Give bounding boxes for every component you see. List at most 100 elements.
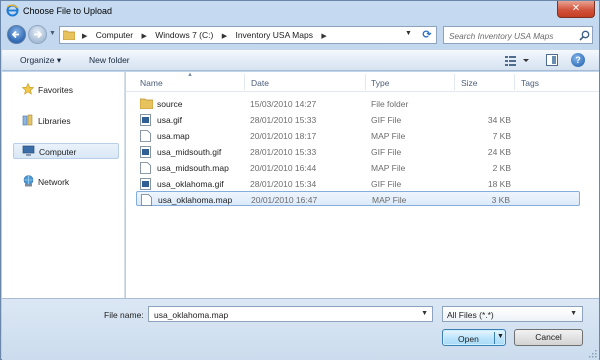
breadcrumb: ▶ Computer ▶ Windows 7 (C:) ▶ Inventory … [82, 30, 333, 40]
new-folder-button[interactable]: New folder [89, 55, 130, 65]
forward-button[interactable] [28, 25, 47, 44]
back-button[interactable] [7, 25, 26, 44]
chevron-down-icon[interactable]: ▼ [570, 310, 577, 317]
network-icon [23, 175, 34, 187]
file-row[interactable]: usa_oklahoma.gif 28/01/2010 15:34 GIF Fi… [136, 176, 580, 191]
column-name[interactable]: Name [140, 78, 163, 88]
file-date: 28/01/2010 15:33 [250, 115, 317, 125]
file-row[interactable]: usa.map 20/01/2010 18:17 MAP File 7 KB [136, 128, 580, 143]
nav-item-label: Network [38, 177, 70, 187]
title-bar: Choose File to Upload ✕ [1, 1, 599, 21]
column-size[interactable]: Size [461, 78, 478, 88]
open-options-dropdown-icon[interactable]: ▼ [497, 333, 504, 340]
chevron-right-icon[interactable]: ▶ [82, 32, 87, 40]
file-dialog-window: Choose File to Upload ✕ ▼ ▶ Computer ▶ W… [0, 0, 600, 360]
folder-icon [140, 98, 153, 109]
file-name-label: File name: [104, 310, 144, 320]
file-type: MAP File [371, 163, 406, 173]
computer-icon [22, 145, 35, 156]
cancel-button[interactable]: Cancel [514, 329, 583, 346]
column-divider[interactable] [244, 74, 245, 90]
address-dropdown-icon[interactable]: ▼ [405, 30, 414, 40]
file-type-filter-value: All Files (*.*) [447, 310, 494, 320]
chevron-right-icon[interactable]: ▶ [321, 32, 326, 40]
file-name: usa.map [157, 131, 190, 141]
back-arrow-icon [11, 30, 19, 39]
image-file-icon [140, 178, 151, 190]
chevron-right-icon[interactable]: ▶ [222, 32, 227, 40]
nav-item-label: Libraries [38, 116, 71, 126]
breadcrumb-folder[interactable]: Inventory USA Maps [235, 30, 312, 40]
internet-explorer-icon [6, 4, 19, 17]
file-type: GIF File [371, 147, 402, 157]
breadcrumb-computer[interactable]: Computer [96, 30, 133, 40]
file-size: 24 KB [487, 147, 511, 157]
nav-item-label: Computer [39, 147, 77, 157]
change-view-icon[interactable] [503, 54, 531, 67]
column-type[interactable]: Type [371, 78, 389, 88]
recent-pages-dropdown-icon[interactable]: ▼ [49, 30, 56, 38]
file-date: 28/01/2010 15:34 [250, 179, 317, 189]
window-title: Choose File to Upload [23, 6, 113, 16]
file-date: 20/01/2010 16:44 [250, 163, 317, 173]
preview-pane-icon[interactable] [546, 54, 558, 66]
column-divider[interactable] [514, 74, 515, 90]
column-divider[interactable] [454, 74, 455, 90]
file-date: 15/03/2010 14:27 [250, 99, 317, 109]
file-size: 18 KB [487, 179, 511, 189]
navigation-pane: Favorites Libraries Computer Network [2, 72, 125, 298]
search-input[interactable]: Search Inventory USA Maps [443, 26, 593, 44]
library-icon [22, 114, 33, 126]
organize-button[interactable]: Organize ▾ [20, 55, 61, 66]
file-size: 3 KB [491, 195, 510, 205]
file-size: 34 KB [487, 115, 511, 125]
file-name: usa_midsouth.map [157, 163, 229, 173]
file-list: ▲ Name Date Type Size Tags source 15/03/… [126, 72, 599, 298]
file-row[interactable]: source 15/03/2010 14:27 File folder [136, 96, 580, 111]
file-icon [140, 162, 151, 174]
file-size: 2 KB [492, 163, 511, 173]
resize-grip-icon[interactable] [588, 349, 597, 358]
chevron-right-icon[interactable]: ▶ [141, 32, 146, 40]
file-type: File folder [371, 99, 409, 109]
file-type: MAP File [372, 195, 407, 205]
chevron-down-icon[interactable]: ▼ [421, 310, 428, 317]
search-icon[interactable] [579, 30, 590, 41]
address-bar[interactable]: ▶ Computer ▶ Windows 7 (C:) ▶ Inventory … [59, 26, 437, 44]
file-row[interactable]: usa.gif 28/01/2010 15:33 GIF File 34 KB [136, 112, 580, 127]
refresh-icon[interactable]: ⟳ [419, 28, 435, 42]
image-file-icon [140, 146, 151, 158]
bottom-panel: File name: usa_oklahoma.map ▼ All Files … [2, 298, 599, 360]
open-button-label: Open [458, 334, 479, 344]
file-name-value: usa_oklahoma.map [154, 310, 229, 320]
file-type-filter-select[interactable]: All Files (*.*) ▼ [442, 306, 583, 322]
file-type: MAP File [371, 131, 406, 141]
file-size: 7 KB [492, 131, 511, 141]
column-header-row: ▲ Name Date Type Size Tags [126, 72, 599, 92]
file-name-input[interactable]: usa_oklahoma.map ▼ [148, 306, 433, 322]
file-type: GIF File [371, 115, 402, 125]
file-name: usa_midsouth.gif [157, 147, 222, 157]
file-row[interactable]: usa_midsouth.map 20/01/2010 16:44 MAP Fi… [136, 160, 580, 175]
file-icon [140, 130, 151, 142]
sort-ascending-icon: ▲ [187, 72, 193, 78]
image-file-icon [140, 114, 151, 126]
file-row-selected[interactable]: usa_oklahoma.map 20/01/2010 16:47 MAP Fi… [136, 191, 580, 206]
file-row[interactable]: usa_midsouth.gif 28/01/2010 15:33 GIF Fi… [136, 144, 580, 159]
star-icon [22, 83, 34, 95]
column-divider[interactable] [365, 74, 366, 90]
nav-item-computer[interactable]: Computer [13, 143, 119, 159]
split-divider [494, 332, 495, 344]
file-icon [141, 194, 152, 206]
open-button[interactable]: Open ▼ [442, 329, 506, 346]
forward-arrow-icon [34, 30, 43, 39]
command-toolbar: Organize ▾ New folder ? [2, 49, 599, 71]
file-date: 20/01/2010 16:47 [251, 195, 318, 205]
help-icon[interactable]: ? [571, 53, 585, 67]
column-tags[interactable]: Tags [521, 78, 539, 88]
file-date: 28/01/2010 15:33 [250, 147, 317, 157]
search-placeholder: Search Inventory USA Maps [449, 31, 554, 41]
close-button[interactable]: ✕ [557, 1, 595, 18]
breadcrumb-drive[interactable]: Windows 7 (C:) [155, 30, 213, 40]
column-date[interactable]: Date [251, 78, 269, 88]
